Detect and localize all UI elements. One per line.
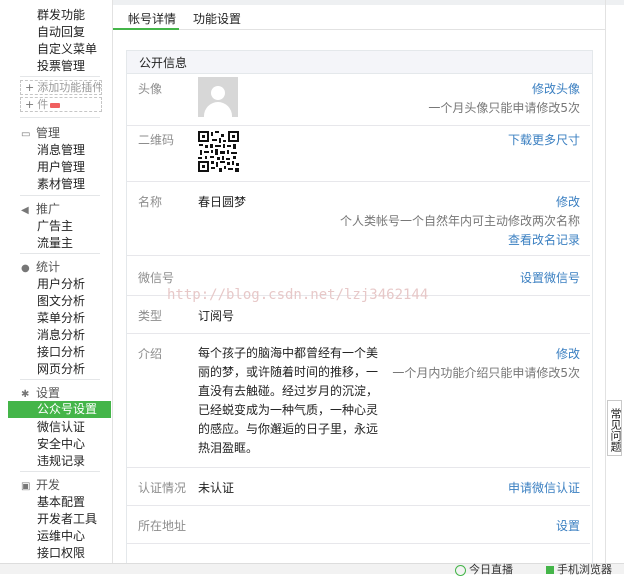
live-button[interactable]: 今日直播 bbox=[455, 561, 513, 577]
sidebar-item-user-analysis[interactable]: 用户分析 bbox=[37, 276, 85, 292]
card-header: 公开信息 bbox=[127, 51, 592, 74]
sidebar-item-menu-analysis[interactable]: 菜单分析 bbox=[37, 310, 85, 326]
sidebar-item-users[interactable]: 用户管理 bbox=[37, 159, 85, 175]
sidebar-item-basic-config[interactable]: 基本配置 bbox=[37, 494, 85, 510]
intro-label: 介绍 bbox=[138, 347, 163, 361]
avatar-tip: 一个月头像只能申请修改5次 bbox=[428, 101, 580, 115]
sidebar-item-article-analysis[interactable]: 图文分析 bbox=[37, 293, 85, 309]
sidebar-group-promote: ◀ 推广 bbox=[21, 201, 60, 219]
pie-chart-icon: ● bbox=[21, 263, 30, 274]
row-divider bbox=[127, 181, 590, 182]
sidebar-item-messages[interactable]: 消息管理 bbox=[37, 142, 85, 158]
sidebar-item-mass-send[interactable]: 群发功能 bbox=[37, 7, 85, 23]
sidebar-item-account-settings[interactable]: 公众号设置 bbox=[8, 401, 111, 418]
qrcode-label: 二维码 bbox=[138, 133, 175, 147]
watermark: http://blog.csdn.net/lzj3462144 bbox=[167, 287, 429, 303]
type-value: 订阅号 bbox=[198, 309, 235, 323]
active-tab-indicator bbox=[113, 28, 179, 30]
divider bbox=[20, 379, 100, 380]
sidebar-item-dev-tools[interactable]: 开发者工具 bbox=[37, 511, 97, 527]
row-divider bbox=[127, 467, 590, 468]
verify-label: 认证情况 bbox=[138, 481, 187, 495]
new-badge bbox=[50, 102, 61, 108]
divider bbox=[20, 253, 100, 254]
name-label: 名称 bbox=[138, 195, 163, 209]
sidebar-item-violations[interactable]: 违规记录 bbox=[37, 453, 85, 469]
sidebar-item-wechat-verify[interactable]: 微信认证 bbox=[37, 419, 85, 435]
intro-text: 每个孩子的脑海中都曾经有一个美丽的梦，或许随着时间的推移，一直没有去触碰。经过岁… bbox=[198, 346, 379, 455]
change-name-link[interactable]: 修改 bbox=[556, 193, 580, 210]
code-icon: ▣ bbox=[21, 481, 31, 492]
sidebar-item-message-analysis[interactable]: 消息分析 bbox=[37, 327, 85, 343]
qrcode-image bbox=[198, 131, 239, 172]
sidebar-group-develop: ▣ 开发 bbox=[21, 477, 60, 495]
avatar-label: 头像 bbox=[138, 82, 163, 96]
rename-history-link[interactable]: 查看改名记录 bbox=[508, 231, 580, 248]
sidebar-item-custom-menu[interactable]: 自定义菜单 bbox=[37, 41, 97, 57]
sidebar-item-api-analysis[interactable]: 接口分析 bbox=[37, 344, 85, 360]
apply-verify-link[interactable]: 申请微信认证 bbox=[508, 479, 580, 496]
name-tip: 个人类帐号一个自然年内可主动修改两次名称 bbox=[339, 214, 580, 228]
sidebar-item-api-permissions[interactable]: 接口权限 bbox=[37, 545, 85, 561]
row-divider bbox=[127, 505, 590, 506]
faq-tab[interactable]: 常见问题 bbox=[607, 400, 622, 456]
set-address-link[interactable]: 设置 bbox=[556, 517, 580, 534]
sidebar-item-web-analysis[interactable]: 网页分析 bbox=[37, 361, 85, 377]
sidebar-item-vote[interactable]: 投票管理 bbox=[37, 58, 85, 74]
divider bbox=[20, 117, 100, 118]
divider bbox=[20, 76, 100, 77]
tab-divider bbox=[179, 29, 605, 30]
add-plugin-button[interactable]: + 添加功能插件 bbox=[20, 80, 102, 95]
sidebar: 群发功能 自动回复 自定义菜单 投票管理 + 添加功能插件 + 件 ▭ 管理 消息管理… bbox=[0, 0, 112, 573]
avatar bbox=[198, 77, 238, 117]
sidebar-item-materials[interactable]: 素材管理 bbox=[37, 176, 85, 192]
download-sizes-link[interactable]: 下载更多尺寸 bbox=[508, 131, 580, 148]
folder-icon: ▭ bbox=[21, 129, 31, 140]
content-border bbox=[605, 0, 606, 573]
sidebar-item-traffic[interactable]: 流量主 bbox=[37, 235, 73, 251]
card-title: 公开信息 bbox=[139, 56, 188, 70]
tab-feature-settings[interactable]: 功能设置 bbox=[193, 10, 241, 27]
intro-tip: 一个月内功能介绍只能申请修改5次 bbox=[392, 366, 580, 380]
type-label: 类型 bbox=[138, 309, 163, 323]
tab-account-details[interactable]: 帐号详情 bbox=[128, 10, 176, 27]
plus-icon: + bbox=[25, 81, 35, 94]
plus-icon: + bbox=[25, 98, 35, 111]
sidebar-item-auto-reply[interactable]: 自动回复 bbox=[37, 24, 85, 40]
sidebar-group-stats: ● 统计 bbox=[21, 259, 60, 277]
set-wechat-id-link[interactable]: 设置微信号 bbox=[520, 269, 580, 286]
wechat-id-label: 微信号 bbox=[138, 271, 175, 285]
change-avatar-link[interactable]: 修改头像 bbox=[532, 80, 580, 97]
sidebar-item-security[interactable]: 安全中心 bbox=[37, 436, 85, 452]
row-divider bbox=[127, 543, 590, 544]
divider bbox=[20, 471, 100, 472]
address-label: 所在地址 bbox=[138, 519, 187, 533]
name-value: 春日圆梦 bbox=[198, 195, 247, 209]
phone-browser-button[interactable]: 手机浏览器 bbox=[546, 561, 612, 577]
megaphone-icon: ◀ bbox=[21, 205, 29, 216]
bottom-bar: 今日直播 手机浏览器 bbox=[0, 561, 624, 577]
sidebar-item-ops-center[interactable]: 运维中心 bbox=[37, 528, 85, 544]
add-item-button[interactable]: + 件 bbox=[20, 97, 102, 112]
verify-value: 未认证 bbox=[198, 481, 235, 495]
sidebar-group-manage: ▭ 管理 bbox=[21, 125, 60, 143]
play-icon bbox=[455, 564, 466, 576]
sidebar-border bbox=[112, 0, 113, 573]
divider bbox=[20, 195, 100, 196]
row-divider bbox=[127, 333, 590, 334]
row-divider bbox=[127, 255, 590, 256]
change-intro-link[interactable]: 修改 bbox=[556, 345, 580, 362]
sidebar-item-advertiser[interactable]: 广告主 bbox=[37, 218, 73, 234]
row-divider bbox=[127, 125, 590, 126]
